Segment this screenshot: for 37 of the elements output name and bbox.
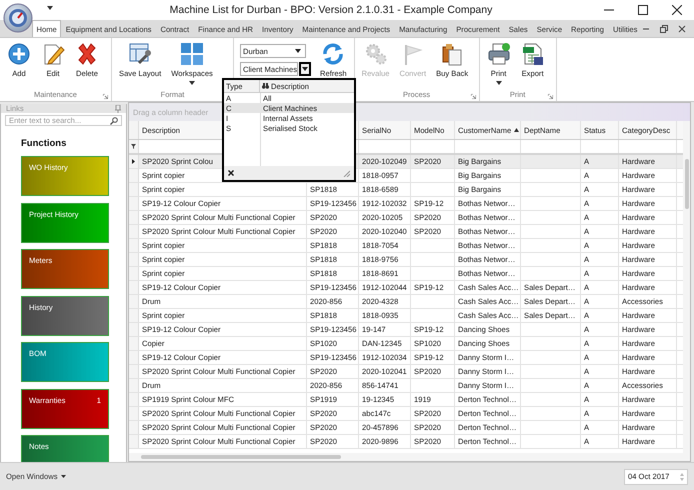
restore-icon[interactable] xyxy=(660,25,668,33)
close-icon[interactable] xyxy=(228,170,234,176)
vertical-scrollbar[interactable] xyxy=(683,121,690,453)
spin-arrows-icon xyxy=(680,472,684,480)
window-title: Machine List for Durban - BPO: Version 2.1.0.31 - Example Company xyxy=(168,4,494,16)
section-heading: Functions xyxy=(21,138,68,149)
dropdown-arrow-icon[interactable] xyxy=(46,4,54,12)
sort-ascending-icon xyxy=(514,128,520,132)
horizontal-scrollbar[interactable] xyxy=(129,453,690,461)
caret-icon xyxy=(496,81,502,85)
resize-grip-icon[interactable] xyxy=(343,170,350,176)
layout-wrench-icon xyxy=(128,42,152,66)
gears-icon xyxy=(364,42,388,66)
caret-icon xyxy=(189,81,196,85)
grid-icon xyxy=(180,42,204,66)
spreadsheet-icon xyxy=(520,42,545,66)
close-icon[interactable] xyxy=(672,5,682,15)
dropdown-button[interactable] xyxy=(292,47,304,55)
binoculars-icon xyxy=(262,83,269,89)
caret-icon xyxy=(302,67,308,71)
documents-icon xyxy=(440,42,464,66)
pin-icon[interactable] xyxy=(115,104,121,112)
dialog-launcher-icon[interactable] xyxy=(548,94,553,99)
refresh-icon xyxy=(321,42,346,66)
current-row-icon xyxy=(132,159,135,164)
caret-icon xyxy=(295,49,301,53)
dialog-launcher-icon[interactable] xyxy=(103,94,108,99)
printer-icon xyxy=(486,42,511,66)
maximize-icon[interactable] xyxy=(638,5,648,15)
caret-icon xyxy=(60,475,66,478)
add-icon xyxy=(7,42,31,66)
filter-icon xyxy=(131,144,136,149)
row-header[interactable] xyxy=(129,155,139,168)
close-icon[interactable] xyxy=(678,25,686,33)
dialog-launcher-icon[interactable] xyxy=(470,94,476,99)
dropdown-button[interactable] xyxy=(299,62,311,76)
search-icon xyxy=(110,116,118,124)
